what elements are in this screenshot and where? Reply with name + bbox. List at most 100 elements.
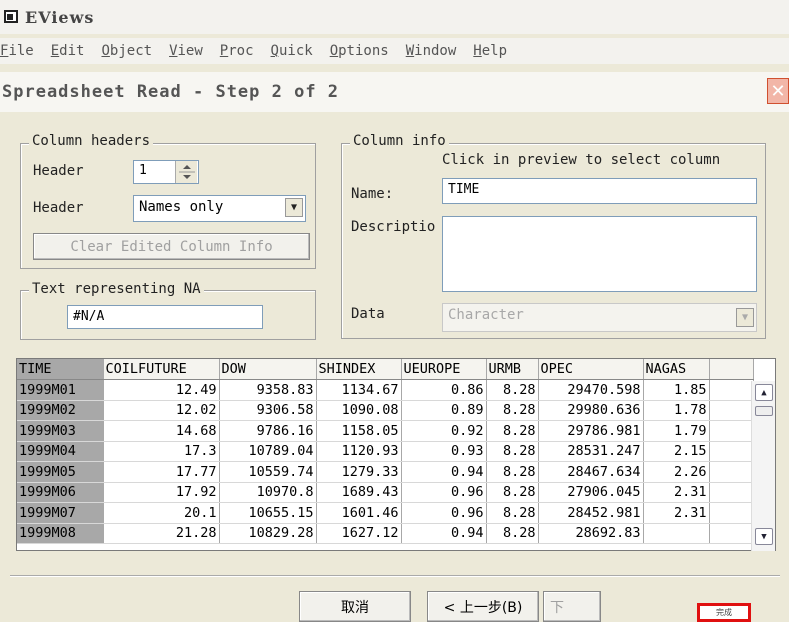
dropdown-arrow-icon: ▼	[285, 198, 303, 217]
table-cell[interactable]: 14.68	[103, 420, 220, 442]
finish-button-highlight[interactable]: 完成	[697, 603, 751, 622]
menu-file[interactable]: File	[0, 43, 34, 59]
table-cell-empty	[709, 441, 754, 462]
next-button[interactable]: 下	[543, 591, 601, 622]
table-cell[interactable]: 27906.045	[538, 482, 644, 503]
table-cell[interactable]: 9306.58	[219, 400, 317, 421]
table-cell[interactable]: 8.28	[486, 482, 539, 503]
na-text-input[interactable]: #N/A	[67, 305, 263, 329]
column-name-input[interactable]: TIME	[442, 178, 757, 204]
preview-vertical-scrollbar[interactable]: ▲ ▼	[751, 381, 775, 551]
table-cell[interactable]: 1689.43	[316, 482, 402, 503]
table-cell[interactable]: 17.3	[103, 441, 220, 462]
table-cell[interactable]: 20.1	[103, 502, 220, 524]
clear-column-info-button[interactable]: Clear Edited Column Info	[33, 233, 310, 260]
table-cell[interactable]: 10829.28	[219, 523, 317, 544]
close-button[interactable]: ✕	[767, 78, 789, 104]
column-header[interactable]: DOW	[219, 359, 317, 380]
table-cell[interactable]: 0.94	[401, 461, 487, 483]
column-header[interactable]: OPEC	[538, 359, 644, 380]
table-cell[interactable]: 10970.8	[219, 482, 317, 503]
table-cell[interactable]: 1.79	[643, 420, 710, 442]
table-cell[interactable]: 0.89	[401, 400, 487, 421]
table-cell[interactable]: 28692.83	[538, 523, 644, 544]
table-cell[interactable]: 8.28	[486, 461, 539, 483]
table-cell[interactable]: 1999M01	[17, 379, 104, 401]
header-count-spinner[interactable]	[175, 161, 197, 183]
table-cell[interactable]: 28452.981	[538, 502, 644, 524]
table-cell[interactable]: 0.94	[401, 523, 487, 544]
table-cell[interactable]: 21.28	[103, 523, 220, 544]
table-cell[interactable]: 0.96	[401, 502, 487, 524]
table-cell[interactable]: 1999M07	[17, 502, 104, 524]
table-cell[interactable]: 1999M08	[17, 523, 104, 544]
menu-quick[interactable]: Quick	[271, 43, 313, 59]
table-cell[interactable]	[643, 523, 710, 544]
table-cell[interactable]: 1627.12	[316, 523, 402, 544]
table-cell[interactable]: 29786.981	[538, 420, 644, 442]
table-cell[interactable]: 9786.16	[219, 420, 317, 442]
menu-proc[interactable]: Proc	[220, 43, 254, 59]
table-cell[interactable]: 0.86	[401, 379, 487, 401]
table-cell[interactable]: 1090.08	[316, 400, 402, 421]
table-cell[interactable]: 2.31	[643, 482, 710, 503]
table-cell[interactable]: 0.96	[401, 482, 487, 503]
table-cell[interactable]: 1999M03	[17, 420, 104, 442]
cancel-button[interactable]: 取消	[299, 591, 411, 622]
column-data-type-select[interactable]: Character ▼	[442, 303, 757, 332]
header-type-select[interactable]: Names only ▼	[133, 195, 306, 222]
table-cell[interactable]: 8.28	[486, 420, 539, 442]
menu-edit[interactable]: Edit	[51, 43, 85, 59]
menu-window[interactable]: Window	[406, 43, 457, 59]
column-header[interactable]: UEUROPE	[401, 359, 487, 380]
scroll-thumb[interactable]	[755, 406, 773, 416]
menu-help[interactable]: Help	[473, 43, 507, 59]
column-header[interactable]: TIME	[17, 359, 104, 380]
table-cell[interactable]: 10559.74	[219, 461, 317, 483]
table-cell[interactable]: 2.15	[643, 441, 710, 462]
table-cell[interactable]: 1158.05	[316, 420, 402, 442]
table-cell[interactable]: 29980.636	[538, 400, 644, 421]
table-cell[interactable]: 8.28	[486, 441, 539, 462]
scroll-down-icon[interactable]: ▼	[755, 528, 773, 545]
table-cell[interactable]: 1120.93	[316, 441, 402, 462]
table-cell[interactable]: 1999M04	[17, 441, 104, 462]
table-cell[interactable]: 8.28	[486, 379, 539, 401]
table-cell[interactable]: 1601.46	[316, 502, 402, 524]
table-cell[interactable]: 0.93	[401, 441, 487, 462]
preview-grid[interactable]: TIME COILFUTURE DOW SHINDEX UEUROPE URMB OPEC N…	[16, 358, 776, 551]
table-cell[interactable]: 12.02	[103, 400, 220, 421]
table-cell[interactable]: 12.49	[103, 379, 220, 401]
column-header[interactable]: NAGAS	[643, 359, 710, 380]
column-header[interactable]: COILFUTURE	[103, 359, 220, 380]
table-cell[interactable]: 8.28	[486, 400, 539, 421]
column-header[interactable]: SHINDEX	[316, 359, 402, 380]
column-description-textarea[interactable]	[442, 216, 757, 292]
table-cell[interactable]: 10789.04	[219, 441, 317, 462]
menu-options[interactable]: Options	[330, 43, 389, 59]
table-cell[interactable]: 17.77	[103, 461, 220, 483]
table-cell[interactable]: 1999M06	[17, 482, 104, 503]
menu-view[interactable]: View	[169, 43, 203, 59]
menu-object[interactable]: Object	[101, 43, 152, 59]
table-cell[interactable]: 8.28	[486, 502, 539, 524]
table-cell[interactable]: 8.28	[486, 523, 539, 544]
table-cell[interactable]: 2.26	[643, 461, 710, 483]
table-cell[interactable]: 1279.33	[316, 461, 402, 483]
scroll-up-icon[interactable]: ▲	[755, 384, 773, 401]
table-cell[interactable]: 2.31	[643, 502, 710, 524]
table-cell[interactable]: 28467.634	[538, 461, 644, 483]
table-cell[interactable]: 1134.67	[316, 379, 402, 401]
table-cell[interactable]: 29470.598	[538, 379, 644, 401]
table-cell[interactable]: 1999M02	[17, 400, 104, 421]
table-cell[interactable]: 17.92	[103, 482, 220, 503]
column-header[interactable]: URMB	[486, 359, 539, 380]
table-cell[interactable]: 1999M05	[17, 461, 104, 483]
table-cell[interactable]: 28531.247	[538, 441, 644, 462]
table-cell[interactable]: 10655.15	[219, 502, 317, 524]
table-cell[interactable]: 1.85	[643, 379, 710, 401]
table-cell[interactable]: 1.78	[643, 400, 710, 421]
back-button[interactable]: < 上一步(B)	[427, 591, 539, 622]
table-cell[interactable]: 9358.83	[219, 379, 317, 401]
table-cell[interactable]: 0.92	[401, 420, 487, 442]
